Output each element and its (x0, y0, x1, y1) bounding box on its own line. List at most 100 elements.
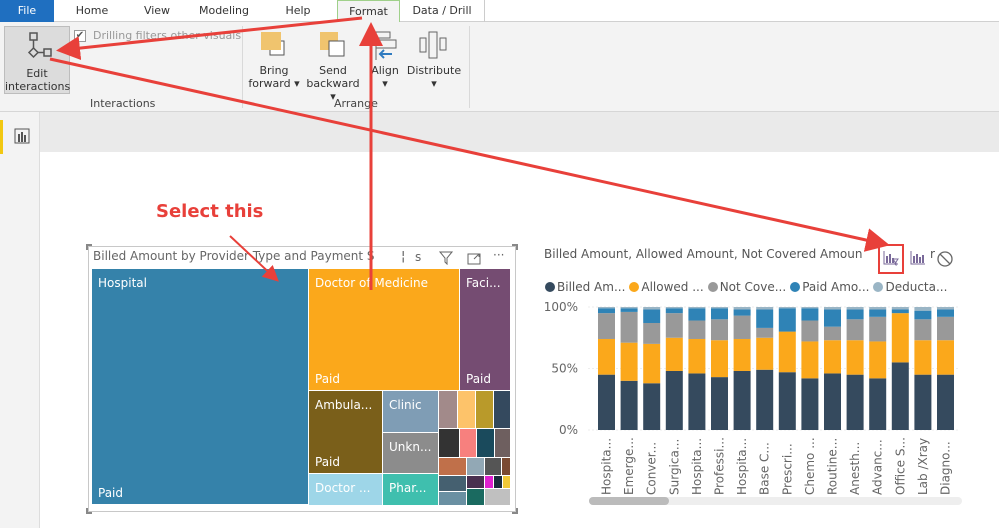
resize-handle[interactable] (86, 508, 92, 514)
bar-segment[interactable] (801, 320, 819, 342)
treemap-tile-small[interactable] (467, 489, 484, 505)
bar-segment[interactable] (937, 340, 954, 375)
tab-home[interactable]: Home (62, 0, 122, 22)
bar-segment[interactable] (824, 309, 841, 327)
treemap-tile-small[interactable] (495, 429, 510, 457)
bar-segment[interactable] (846, 340, 864, 375)
bar-segment[interactable] (643, 307, 661, 310)
bar-segment[interactable] (846, 309, 864, 320)
stacked-bar-visual[interactable]: Billed Amount, Allowed Amount, Not Cover… (540, 240, 999, 525)
drill-icon[interactable]: ¦ (401, 249, 405, 264)
treemap-tile-doctor-of-medicine[interactable]: Doctor of Medicine Paid (309, 269, 459, 390)
bar-segment[interactable] (756, 337, 774, 370)
bar-segment[interactable] (869, 316, 887, 342)
treemap-tile-doctor-other[interactable]: Doctor ... (309, 474, 382, 505)
tab-help[interactable]: Help (275, 0, 321, 22)
bar-segment[interactable] (598, 307, 615, 309)
bar-segment[interactable] (937, 316, 954, 341)
treemap-tile-small[interactable] (458, 391, 475, 428)
bar-segment[interactable] (688, 373, 706, 430)
bar-segment[interactable] (824, 326, 841, 341)
no-interaction-icon[interactable] (936, 250, 954, 268)
tab-view[interactable]: View (132, 0, 182, 22)
bar-segment[interactable] (756, 309, 774, 328)
bar-segment[interactable] (711, 308, 728, 320)
bar-segment[interactable] (869, 307, 887, 310)
treemap-tile-small[interactable] (476, 391, 493, 428)
focus-mode-icon[interactable] (467, 251, 481, 265)
bar-segment[interactable] (778, 308, 796, 332)
bar-segment[interactable] (643, 322, 661, 344)
bar-segment[interactable] (846, 319, 864, 341)
bar-segment[interactable] (688, 308, 706, 321)
bar-segment[interactable] (778, 307, 796, 309)
bar-segment[interactable] (824, 373, 841, 430)
bar-segment[interactable] (620, 311, 638, 343)
bar-segment[interactable] (643, 343, 661, 384)
scrollbar-thumb[interactable] (589, 497, 669, 505)
treemap-tile-small[interactable] (485, 458, 501, 475)
bar-segment[interactable] (824, 307, 841, 310)
treemap-tile-clinic[interactable]: Clinic (383, 391, 438, 432)
highlight-interaction-icon[interactable] (910, 250, 926, 266)
legend-item[interactable]: Paid Amo... (790, 280, 869, 294)
bar-segment[interactable] (914, 340, 932, 375)
send-backward-button[interactable]: Send backward ▾ (302, 28, 364, 103)
bar-segment[interactable] (733, 338, 751, 371)
tab-modeling[interactable]: Modeling (190, 0, 258, 22)
bar-segment[interactable] (643, 383, 661, 430)
bar-segment[interactable] (665, 313, 683, 338)
bar-segment[interactable] (914, 310, 932, 320)
tab-format[interactable]: Format (337, 0, 400, 23)
bar-segment[interactable] (688, 320, 706, 339)
treemap-tile-small[interactable] (494, 476, 502, 488)
bar-segment[interactable] (869, 341, 887, 379)
resize-handle[interactable] (86, 244, 92, 250)
bar-segment[interactable] (620, 308, 638, 312)
resize-handle[interactable] (512, 508, 518, 514)
bar-segment[interactable] (711, 319, 728, 341)
filter-interaction-icon[interactable] (883, 250, 899, 266)
resize-handle[interactable] (512, 244, 518, 250)
bar-segment[interactable] (824, 340, 841, 374)
bar-segment[interactable] (711, 340, 728, 378)
align-button[interactable]: Align ▾ (368, 28, 402, 94)
bar-segment[interactable] (891, 362, 909, 430)
treemap-tile-unknown[interactable]: Unkn... (383, 433, 438, 473)
treemap-tile-small[interactable] (502, 458, 510, 475)
treemap-tile-hospital[interactable]: Hospital Paid (92, 269, 308, 504)
filter-icon[interactable] (439, 251, 453, 265)
bar-segment[interactable] (937, 307, 954, 310)
treemap-tile-small[interactable] (439, 391, 457, 428)
treemap-tile-small[interactable] (467, 458, 484, 475)
bar-segment[interactable] (665, 308, 683, 314)
bar-segment[interactable] (801, 307, 819, 309)
treemap-tile-small[interactable] (494, 391, 510, 428)
bar-segment[interactable] (598, 313, 615, 339)
bar-segment[interactable] (733, 315, 751, 339)
legend-item[interactable]: Deducta... (873, 280, 947, 294)
bar-segment[interactable] (756, 307, 774, 310)
bar-segment[interactable] (620, 342, 638, 381)
bar-segment[interactable] (688, 338, 706, 374)
edit-interactions-button[interactable]: Edit interactions (4, 26, 70, 94)
bar-segment[interactable] (801, 308, 819, 321)
bar-segment[interactable] (778, 331, 796, 373)
treemap-tile-facility[interactable]: Faci... Paid (460, 269, 510, 390)
bar-segment[interactable] (937, 374, 954, 430)
treemap-tile-small[interactable] (467, 476, 484, 488)
treemap-tile-small[interactable] (503, 476, 510, 488)
bar-segment[interactable] (643, 309, 661, 323)
bar-segment[interactable] (801, 378, 819, 430)
bar-segment[interactable] (620, 380, 638, 430)
treemap-tile-small[interactable] (485, 489, 510, 505)
more-options-icon[interactable]: ··· (493, 248, 504, 262)
bar-segment[interactable] (756, 369, 774, 430)
bar-segment[interactable] (598, 308, 615, 314)
treemap-tile-small[interactable] (460, 429, 476, 457)
treemap-tile-ambulance[interactable]: Ambula... Paid (309, 391, 382, 473)
bar-segment[interactable] (665, 307, 683, 309)
bar-segment[interactable] (756, 327, 774, 338)
bar-segment[interactable] (688, 307, 706, 309)
bar-segment[interactable] (733, 309, 751, 316)
